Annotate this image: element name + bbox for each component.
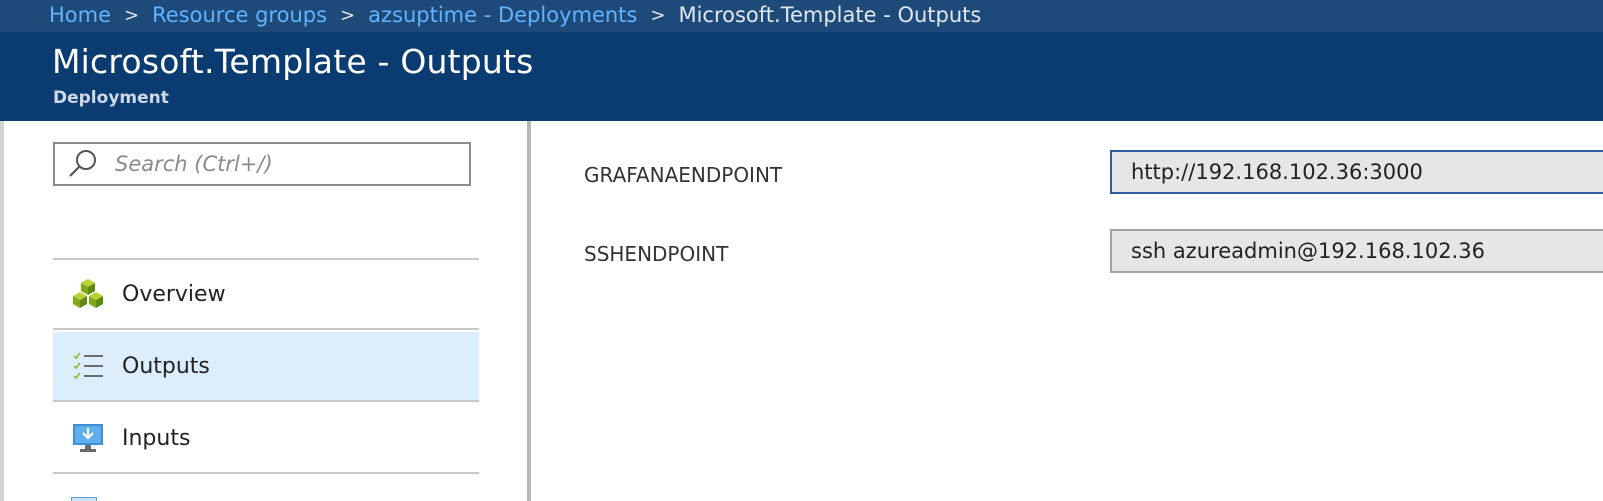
monitor-download-icon [70, 420, 106, 456]
output-value-field[interactable] [1110, 229, 1603, 273]
output-name-sshendpoint: SSHENDPOINT [584, 242, 729, 266]
breadcrumb-separator: > [124, 4, 140, 26]
breadcrumb-current: Microsoft.Template - Outputs [678, 3, 982, 27]
document-icon [71, 497, 97, 501]
cubes-icon [70, 276, 106, 312]
sidebar-item-label: Outputs [122, 353, 210, 379]
page-subtitle: Deployment [53, 88, 169, 108]
breadcrumb-link-resource-groups[interactable]: Resource groups [152, 3, 327, 27]
breadcrumb-separator: > [340, 4, 356, 26]
search-icon [65, 146, 101, 182]
sidebar-item-label: Overview [122, 281, 226, 307]
output-value-field[interactable] [1110, 150, 1603, 194]
breadcrumb-separator: > [650, 4, 666, 26]
search-input[interactable] [115, 152, 435, 176]
output-name-grafanaendpoint: GRAFANAENDPOINT [584, 163, 783, 187]
sidebar-item-label: Inputs [122, 425, 191, 451]
sidebar-item-outputs[interactable]: Outputs [53, 332, 479, 402]
blade-header: Microsoft.Template - Outputs Deployment [0, 32, 1603, 121]
sidebar-item-inputs[interactable]: Inputs [53, 404, 479, 474]
checklist-icon [70, 348, 106, 384]
sidebar-item-overview[interactable]: Overview [53, 260, 479, 330]
breadcrumb-bar: Home > Resource groups > azsuptime - Dep… [0, 0, 1603, 32]
search-box[interactable] [53, 142, 471, 186]
breadcrumb: Home > Resource groups > azsuptime - Dep… [49, 2, 981, 28]
page-title: Microsoft.Template - Outputs [52, 42, 534, 81]
breadcrumb-link-home[interactable]: Home [49, 3, 111, 27]
breadcrumb-link-deployments[interactable]: azsuptime - Deployments [368, 3, 637, 27]
